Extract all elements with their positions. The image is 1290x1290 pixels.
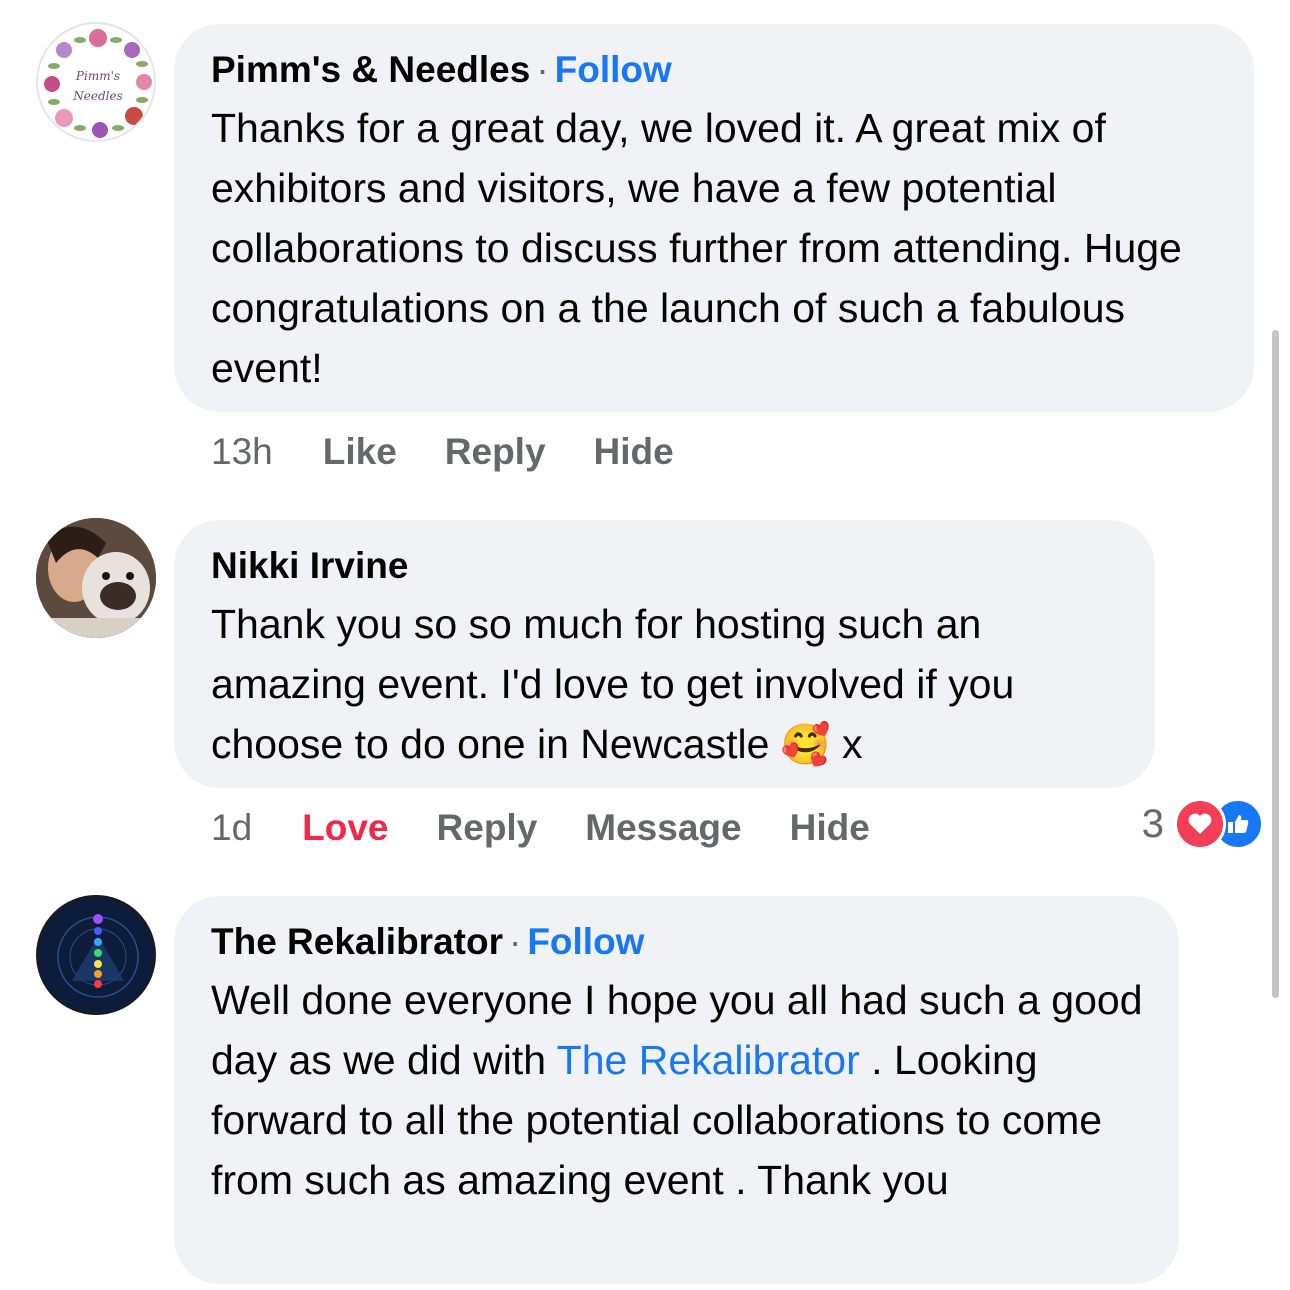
avatar-nikki-irvine[interactable] xyxy=(36,518,156,638)
reply-button[interactable]: Reply xyxy=(437,806,538,850)
comment-text-tail: x xyxy=(842,721,863,767)
comment-bubble: Nikki Irvine Thank you so so much for ho… xyxy=(174,520,1155,788)
svg-text:Pimm's: Pimm's xyxy=(75,69,120,83)
comment-text: Thanks for a great day, we loved it. A g… xyxy=(211,105,1182,391)
mention-link[interactable]: The Rekalibrator xyxy=(557,1037,860,1083)
author-name[interactable]: Pimm's & Needles xyxy=(211,49,530,90)
comment-text-main: Thank you so so much for hosting such an… xyxy=(211,601,1015,767)
floral-wreath-icon: Pimm's Needles xyxy=(40,26,154,140)
comment-actions: 1d Love Reply Message Hide xyxy=(211,806,918,850)
author-line: The Rekalibrator · Follow xyxy=(211,920,1143,964)
separator-dot: · xyxy=(536,49,549,90)
avatar-the-rekalibrator[interactable] xyxy=(36,895,156,1015)
comment-text: Well done everyone I hope you all had su… xyxy=(211,970,1143,1210)
avatar-pimms-needles[interactable]: Pimm's Needles xyxy=(36,22,156,142)
like-button[interactable]: Like xyxy=(323,430,397,474)
separator-dot: · xyxy=(508,921,522,962)
profile-photo-icon xyxy=(36,518,156,638)
love-button[interactable]: Love xyxy=(302,806,388,850)
hide-button[interactable]: Hide xyxy=(790,806,870,850)
comment-bubble: The Rekalibrator · Follow Well done everyo… xyxy=(174,896,1179,1284)
comment-bubble: Pimm's & Needles · Follow Thanks for a gre… xyxy=(174,24,1254,412)
svg-text:Needles: Needles xyxy=(72,89,122,103)
reaction-icons xyxy=(1174,798,1264,850)
comment-timestamp[interactable]: 13h xyxy=(211,430,273,474)
scrollbar[interactable] xyxy=(1272,330,1279,998)
comment-actions: 13h Like Reply Hide xyxy=(211,430,722,474)
comment-text: Thank you so so much for hosting such an… xyxy=(211,594,1119,775)
hide-button[interactable]: Hide xyxy=(594,430,674,474)
follow-button[interactable]: Follow xyxy=(555,49,672,90)
smiling-face-with-hearts-emoji: 🥰 xyxy=(780,723,831,767)
heart-icon xyxy=(1174,798,1226,850)
author-line: Nikki Irvine xyxy=(211,544,1119,588)
author-name[interactable]: The Rekalibrator xyxy=(211,921,503,962)
reply-button[interactable]: Reply xyxy=(445,430,546,474)
message-button[interactable]: Message xyxy=(585,806,741,850)
author-line: Pimm's & Needles · Follow xyxy=(211,48,1218,92)
follow-button[interactable]: Follow xyxy=(527,921,644,962)
meditation-chakra-icon xyxy=(38,897,154,1013)
reaction-count: 3 xyxy=(1141,801,1164,846)
reaction-summary[interactable]: 3 xyxy=(1142,798,1264,850)
comment-timestamp[interactable]: 1d xyxy=(211,806,252,850)
author-name[interactable]: Nikki Irvine xyxy=(211,545,408,586)
